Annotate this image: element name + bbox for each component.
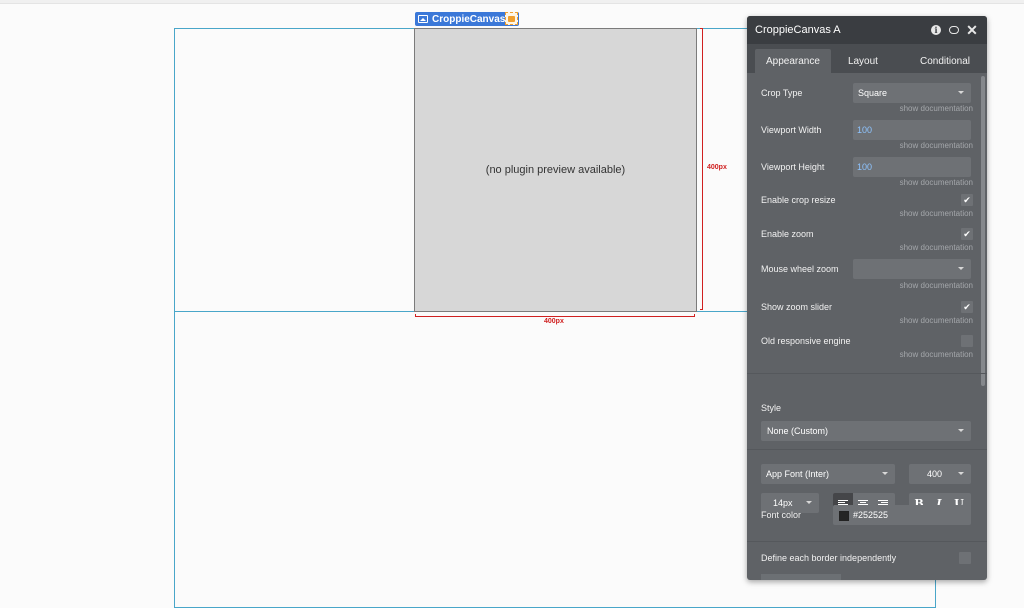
prop-show-zoom-slider: Show zoom slider ✔ show documentation bbox=[761, 289, 973, 325]
show-documentation-link[interactable]: show documentation bbox=[900, 350, 973, 359]
font-family-select[interactable]: App Font (Inter) bbox=[761, 464, 895, 484]
top-toolbar-strip bbox=[0, 0, 1024, 4]
viewport-height-input[interactable]: 100 bbox=[853, 157, 971, 177]
prop-label: Crop Type bbox=[761, 88, 803, 98]
height-dimension-line bbox=[700, 28, 703, 310]
prop-label: Enable crop resize bbox=[761, 195, 836, 205]
prop-crop-type: Crop Type Square show documentation bbox=[761, 73, 973, 113]
chevron-down-icon bbox=[806, 501, 812, 504]
style-value: None (Custom) bbox=[767, 426, 829, 436]
prop-viewport-width: Viewport Width 100 show documentation bbox=[761, 110, 973, 150]
height-dimension-label: 400px bbox=[707, 164, 727, 171]
show-zoom-slider-checkbox[interactable]: ✔ bbox=[961, 301, 973, 313]
show-documentation-link[interactable]: show documentation bbox=[900, 209, 973, 218]
mouse-wheel-zoom-select[interactable] bbox=[853, 259, 971, 279]
border-independent-checkbox[interactable] bbox=[959, 552, 971, 564]
prop-viewport-height: Viewport Height 100 show documentation bbox=[761, 147, 973, 187]
property-editor-panel: CroppieCanvas A i ✕ Appearance Layout Co… bbox=[747, 16, 987, 580]
width-dimension-line bbox=[415, 314, 695, 317]
enable-crop-resize-checkbox[interactable]: ✔ bbox=[961, 194, 973, 206]
prop-enable-crop-resize: Enable crop resize ✔ show documentation bbox=[761, 184, 973, 218]
properties-list: Crop Type Square show documentation View… bbox=[747, 73, 987, 359]
chevron-down-icon bbox=[958, 91, 964, 94]
style-label: Style bbox=[761, 403, 782, 413]
section-divider bbox=[747, 373, 987, 374]
style-select[interactable]: None (Custom) bbox=[761, 421, 971, 441]
chevron-down-icon bbox=[958, 267, 964, 270]
crop-type-select[interactable]: Square bbox=[853, 83, 971, 103]
font-size-value: 14px bbox=[773, 498, 793, 508]
viewport-width-input[interactable]: 100 bbox=[853, 120, 971, 140]
old-responsive-engine-checkbox[interactable] bbox=[961, 335, 973, 347]
font-color-input[interactable]: #252525 bbox=[833, 505, 971, 525]
element-workflow-badge[interactable] bbox=[505, 12, 518, 25]
font-color-label: Font color bbox=[761, 510, 802, 520]
panel-tabs: Appearance Layout Conditional bbox=[747, 44, 987, 73]
element-name-tag[interactable]: CroppieCanvas A bbox=[415, 12, 519, 26]
border-independent-label: Define each border independently bbox=[761, 553, 897, 563]
tab-appearance[interactable]: Appearance bbox=[755, 49, 831, 73]
panel-title: CroppieCanvas A bbox=[755, 24, 841, 36]
show-documentation-link[interactable]: show documentation bbox=[900, 243, 973, 252]
chevron-down-icon bbox=[958, 429, 964, 432]
section-divider bbox=[747, 449, 987, 450]
plugin-preview-placeholder: (no plugin preview available) bbox=[485, 164, 626, 176]
prop-enable-zoom: Enable zoom ✔ show documentation bbox=[761, 218, 973, 252]
clipped-next-row bbox=[761, 574, 971, 580]
prop-label: Old responsive engine bbox=[761, 336, 851, 346]
prop-label: Viewport Height bbox=[761, 162, 825, 172]
prop-label: Show zoom slider bbox=[761, 302, 833, 312]
prop-label: Enable zoom bbox=[761, 229, 814, 239]
workflow-icon bbox=[508, 15, 515, 22]
element-name-label: CroppieCanvas A bbox=[432, 13, 515, 25]
panel-header[interactable]: CroppieCanvas A i ✕ bbox=[747, 16, 987, 44]
prop-mouse-wheel-zoom: Mouse wheel zoom show documentation bbox=[761, 252, 973, 290]
prop-label: Viewport Width bbox=[761, 125, 822, 135]
comment-icon[interactable] bbox=[947, 23, 961, 37]
font-color-value: #252525 bbox=[853, 510, 889, 520]
croppie-canvas-element[interactable]: (no plugin preview available) bbox=[414, 28, 697, 312]
enable-zoom-checkbox[interactable]: ✔ bbox=[961, 228, 973, 240]
tab-conditional[interactable]: Conditional bbox=[909, 49, 981, 73]
color-swatch[interactable] bbox=[839, 511, 849, 521]
width-dimension-label: 400px bbox=[544, 318, 564, 325]
font-weight-value: 400 bbox=[927, 469, 943, 479]
font-weight-select[interactable]: 400 bbox=[909, 464, 971, 484]
section-divider bbox=[747, 541, 987, 542]
chevron-down-icon bbox=[958, 472, 964, 475]
prop-label: Mouse wheel zoom bbox=[761, 264, 839, 274]
chevron-down-icon bbox=[882, 472, 888, 475]
font-family-value: App Font (Inter) bbox=[766, 469, 830, 479]
close-icon[interactable]: ✕ bbox=[965, 22, 979, 38]
image-icon bbox=[418, 15, 428, 23]
crop-type-value: Square bbox=[858, 88, 888, 98]
prop-old-responsive-engine: Old responsive engine show documentation bbox=[761, 323, 973, 359]
info-icon[interactable]: i bbox=[929, 23, 943, 37]
tab-layout[interactable]: Layout bbox=[837, 49, 889, 73]
